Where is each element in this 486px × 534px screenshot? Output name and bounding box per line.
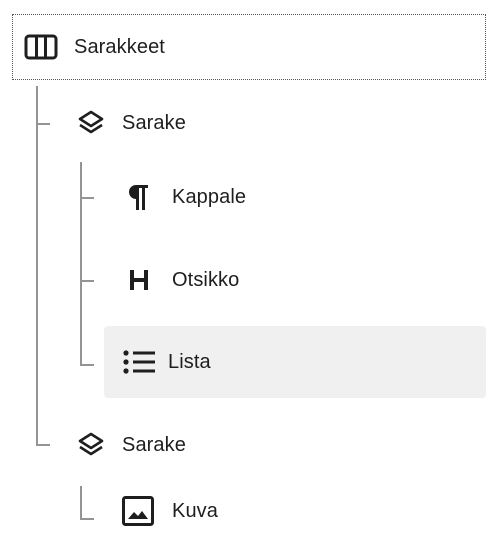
heading-icon (126, 265, 152, 295)
columns-icon (24, 30, 58, 64)
tree-line-level2-branch-kappale (80, 197, 94, 199)
tree-line-level2-vertical-a (80, 162, 82, 366)
tree-line-level2-branch-kuva (80, 518, 94, 520)
tree-line-level2-vertical-b (80, 486, 82, 520)
list-view-item-label: Lista (168, 350, 211, 373)
tree-line-level1-branch-2 (36, 444, 50, 446)
list-view-item-sarakkeet[interactable]: Sarakkeet (12, 14, 486, 80)
list-view-item-sarake-1[interactable]: Sarake (62, 90, 486, 156)
list-view-item-label: Kuva (172, 499, 218, 522)
column-stack-icon (76, 430, 106, 460)
list-view-item-lista[interactable]: Lista (104, 326, 486, 398)
list-icon (122, 347, 158, 377)
tree-line-level1-branch-1 (36, 123, 50, 125)
tree-line-level2-branch-otsikko (80, 280, 94, 282)
list-view-item-label: Sarakkeet (74, 35, 165, 58)
list-view-item-kuva[interactable]: Kuva (104, 488, 486, 534)
list-view-item-label: Sarake (122, 111, 186, 134)
column-stack-icon (76, 108, 106, 138)
list-view-item-label: Kappale (172, 185, 247, 208)
paragraph-icon (122, 181, 154, 213)
list-view-item-label: Otsikko (172, 268, 240, 291)
list-view-panel: Sarakkeet Sarake Kappale Otsikko Lista S… (0, 0, 486, 534)
image-icon (120, 493, 156, 529)
list-view-item-otsikko[interactable]: Otsikko (104, 247, 486, 313)
list-view-item-label: Sarake (122, 433, 186, 456)
tree-line-level2-branch-lista (80, 364, 94, 366)
list-view-item-sarake-2[interactable]: Sarake (62, 412, 486, 478)
list-view-item-kappale[interactable]: Kappale (104, 164, 486, 230)
tree-line-level1-vertical (36, 86, 38, 446)
